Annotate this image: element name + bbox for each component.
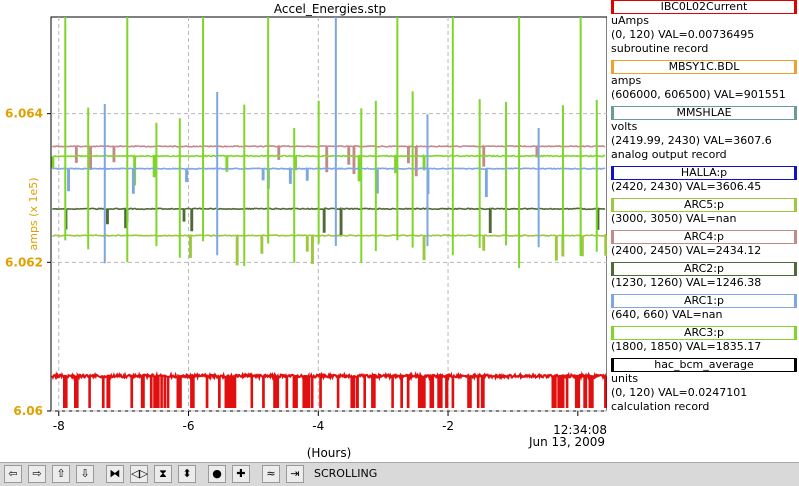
legend-entry[interactable]: ARC1:p (640, 660) VAL=nan	[611, 294, 797, 322]
legend-pv-name[interactable]: MMSHLAE	[611, 106, 797, 120]
legend-entry[interactable]: IBC0L02Current uAmps (0, 120) VAL=0.007364…	[611, 0, 797, 56]
legend-info: (0, 120) VAL=0.0247101	[611, 386, 748, 399]
legend-info: units	[611, 372, 639, 385]
y-axis-label: amps (x 1e5)	[27, 177, 40, 250]
zoom-in-x-button[interactable]: ⧓	[106, 465, 124, 483]
legend-pv-name[interactable]: HALLA:p	[611, 166, 797, 180]
legend-entry[interactable]: ARC5:p (3000, 3050) VAL=nan	[611, 198, 797, 226]
zoom-out-y-button[interactable]: ⬍	[178, 465, 196, 483]
status-text: SCROLLING	[314, 467, 378, 480]
pan-left-button[interactable]: ⇦	[4, 465, 22, 483]
legend-pv-name[interactable]: ARC1:p	[611, 294, 797, 308]
mode-button[interactable]: ≈	[262, 465, 280, 483]
legend-entry[interactable]: MMSHLAE volts (2419.99, 2430) VAL=3607.6 an…	[611, 106, 797, 162]
toolbar: SCROLLING ⇦ ⇨ ⇧ ⇩ ⧓ ◁▷ ⧗ ⬍ ● ✚ ≈ ⇥	[0, 462, 799, 486]
legend-pv-name[interactable]: ARC4:p	[611, 230, 797, 244]
legend-info: uAmps	[611, 14, 649, 27]
chart-title: Accel_Energies.stp	[274, 2, 386, 16]
x-axis: -8 -6 -4 -2	[53, 411, 579, 433]
legend-entry[interactable]: ARC3:p (1800, 1850) VAL=1835.17	[611, 326, 797, 354]
legend-pv-name[interactable]: hac_bcm_average	[611, 358, 797, 372]
time-button[interactable]: ⇥	[286, 465, 304, 483]
legend-info: (606000, 606500) VAL=901551	[611, 88, 786, 101]
legend-info: amps	[611, 74, 642, 87]
legend-info: (2400, 2450) VAL=2434.12	[611, 244, 762, 257]
legend-info: calculation record	[611, 400, 710, 413]
legend-pv-name[interactable]: MBSY1C.BDL	[611, 60, 797, 74]
pv-legend: IBC0L02Current uAmps (0, 120) VAL=0.007364…	[607, 0, 799, 462]
legend-info: (2419.99, 2430) VAL=3607.6	[611, 134, 772, 147]
legend-info: volts	[611, 120, 638, 133]
legend-info: (2420, 2430) VAL=3606.45	[611, 180, 762, 193]
zoom-out-x-button[interactable]: ◁▷	[130, 465, 148, 483]
y-tick-label: 6.06	[13, 404, 43, 418]
y-tick-label: 6.064	[5, 107, 43, 121]
legend-entry[interactable]: ARC4:p (2400, 2450) VAL=2434.12	[611, 230, 797, 258]
legend-info: (1800, 1850) VAL=1835.17	[611, 340, 762, 353]
legend-pv-name[interactable]: ARC2:p	[611, 262, 797, 276]
add-button[interactable]: ✚	[232, 465, 250, 483]
legend-info: (640, 660) VAL=nan	[611, 308, 723, 321]
legend-entry[interactable]: MBSY1C.BDL amps (606000, 606500) VAL=90155…	[611, 60, 797, 102]
plot-area	[50, 16, 607, 412]
legend-info: (1230, 1260) VAL=1246.38	[611, 276, 762, 289]
pan-up-button[interactable]: ⇧	[52, 465, 70, 483]
x-tick-label: -8	[53, 419, 65, 433]
legend-info: subroutine record	[611, 42, 709, 55]
x-tick-label: -6	[183, 419, 195, 433]
legend-info: (3000, 3050) VAL=nan	[611, 212, 737, 225]
pan-right-button[interactable]: ⇨	[28, 465, 46, 483]
strip-chart[interactable]: Accel_Energies.stp 6.064 6.062 6.06 -8 -6 -4…	[0, 0, 607, 462]
legend-entry[interactable]: ARC2:p (1230, 1260) VAL=1246.38	[611, 262, 797, 290]
legend-entry[interactable]: HALLA:p (2420, 2430) VAL=3606.45	[611, 166, 797, 194]
auto-zoom-button[interactable]: ●	[208, 465, 226, 483]
legend-info: (0, 120) VAL=0.00736495	[611, 28, 755, 41]
legend-pv-name[interactable]: ARC3:p	[611, 326, 797, 340]
x-axis-label: (Hours)	[307, 446, 352, 460]
y-axis: 6.064 6.062 6.06	[5, 107, 51, 418]
y-tick-label: 6.062	[5, 255, 43, 269]
legend-pv-name[interactable]: IBC0L02Current	[611, 0, 797, 14]
pan-down-button[interactable]: ⇩	[76, 465, 94, 483]
x-tick-label: -4	[312, 419, 324, 433]
legend-info: analog output record	[611, 148, 727, 161]
legend-entry[interactable]: hac_bcm_average units (0, 120) VAL=0.02471…	[611, 358, 797, 414]
x-tick-label: -2	[442, 419, 454, 433]
zoom-in-y-button[interactable]: ⧗	[154, 465, 172, 483]
date-label: Jun 13, 2009	[528, 435, 605, 449]
legend-pv-name[interactable]: ARC5:p	[611, 198, 797, 212]
